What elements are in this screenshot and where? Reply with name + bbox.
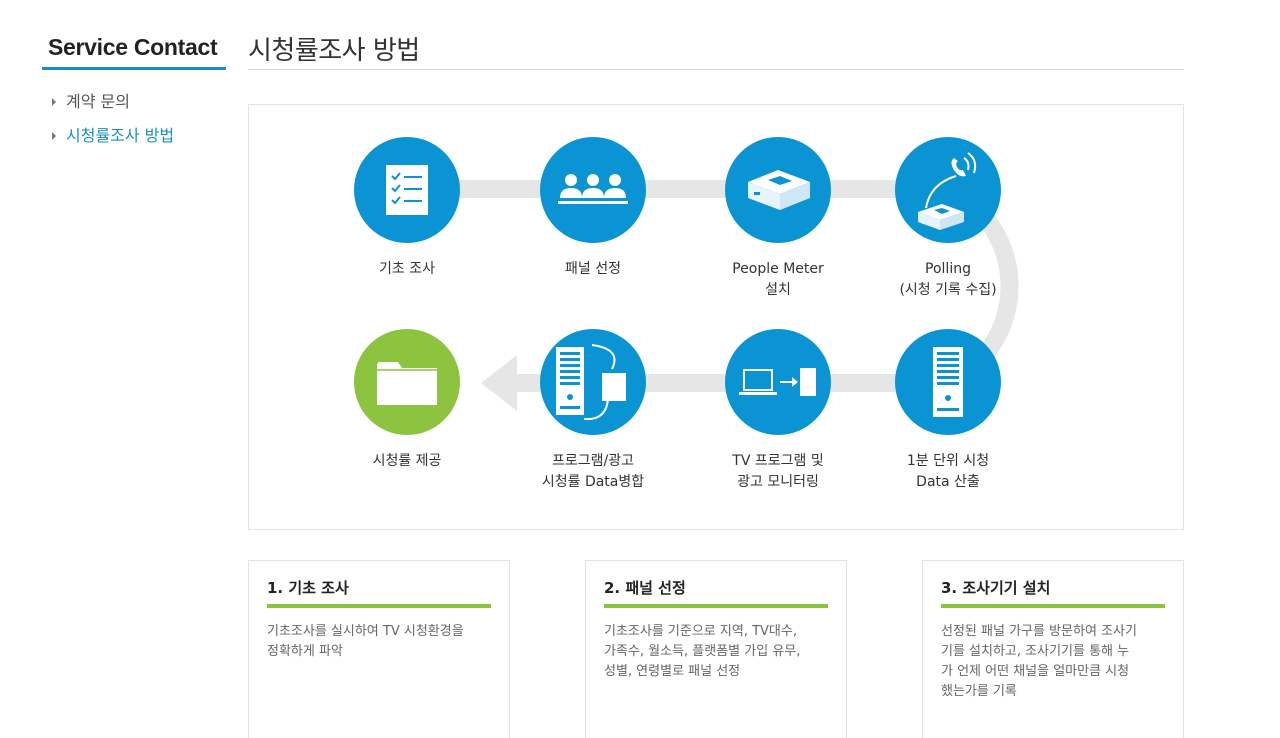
server-icon	[895, 329, 1001, 435]
bullet-arrow-icon	[52, 132, 56, 140]
meter-device-icon	[725, 137, 831, 243]
laptop-transfer-icon	[725, 329, 831, 435]
card-description: 선정된 패널 가구를 방문하여 조사기 기를 설치하고, 조사기기를 통해 누가 …	[941, 624, 1137, 699]
step-minute-data: 1분 단위 시청 Data 산출	[868, 329, 1028, 493]
step-polling: Polling (시청 기록 수집)	[868, 137, 1028, 301]
sidebar-title: Service Contact	[42, 30, 226, 70]
sidebar-item-contract-inquiry[interactable]: 계약 문의	[42, 92, 226, 112]
phone-polling-icon	[895, 137, 1001, 243]
checklist-icon	[354, 137, 460, 243]
people-icon	[540, 137, 646, 243]
step-rating-provision: 시청률 제공	[327, 329, 487, 472]
card-title: 3. 조사기기 설치	[941, 577, 1165, 608]
page-title: 시청률조사 방법	[248, 36, 420, 66]
step-data-merge: 프로그램/광고 시청률 Data병합	[513, 329, 673, 493]
title-divider	[248, 69, 1184, 70]
sidebar-menu: 계약 문의 시청률조사 방법	[42, 92, 226, 146]
step-label: 기초 조사	[379, 261, 435, 277]
card-title: 1. 기초 조사	[267, 577, 491, 608]
folder-icon	[354, 329, 460, 435]
card-title: 2. 패널 선정	[604, 577, 828, 608]
sidebar: Service Contact 계약 문의 시청률조사 방법	[42, 30, 226, 160]
step-panel-selection: 패널 선정	[513, 137, 673, 280]
card-description: 기초조사를 실시하여 TV 시청환경을 정확하게 파악	[267, 624, 464, 659]
step-label: 프로그램/광고 시청률 Data병합	[541, 453, 645, 490]
server-merge-icon	[540, 329, 646, 435]
step-label: People Meter 설치	[732, 261, 824, 298]
step-tv-monitoring: TV 프로그램 및 광고 모니터링	[698, 329, 858, 493]
step-card-device-install: 3. 조사기기 설치 선정된 패널 가구를 방문하여 조사기 기를 설치하고, 조…	[922, 560, 1184, 738]
card-description: 기초조사를 기준으로 지역, TV대수, 가족수, 월소득, 플랫폼별 가입 유무…	[604, 624, 801, 679]
step-people-meter: People Meter 설치	[698, 137, 858, 301]
step-label: 1분 단위 시청 Data 산출	[906, 453, 990, 490]
step-label: Polling (시청 기록 수집)	[899, 261, 997, 298]
step-card-panel-selection: 2. 패널 선정 기초조사를 기준으로 지역, TV대수, 가족수, 월소득, 플…	[585, 560, 847, 738]
step-label: TV 프로그램 및 광고 모니터링	[732, 453, 824, 490]
sidebar-item-survey-method[interactable]: 시청률조사 방법	[42, 126, 226, 146]
step-card-basic-survey: 1. 기초 조사 기초조사를 실시하여 TV 시청환경을 정확하게 파악	[248, 560, 510, 738]
step-label: 패널 선정	[565, 261, 621, 277]
process-diagram: 기초 조사 패널 선정 People Meter 설치 Polling (시청 …	[248, 104, 1184, 530]
step-basic-survey: 기초 조사	[327, 137, 487, 280]
step-label: 시청률 제공	[372, 453, 442, 469]
sidebar-item-label: 시청률조사 방법	[66, 126, 175, 145]
bullet-arrow-icon	[52, 98, 56, 106]
sidebar-item-label: 계약 문의	[66, 92, 130, 111]
